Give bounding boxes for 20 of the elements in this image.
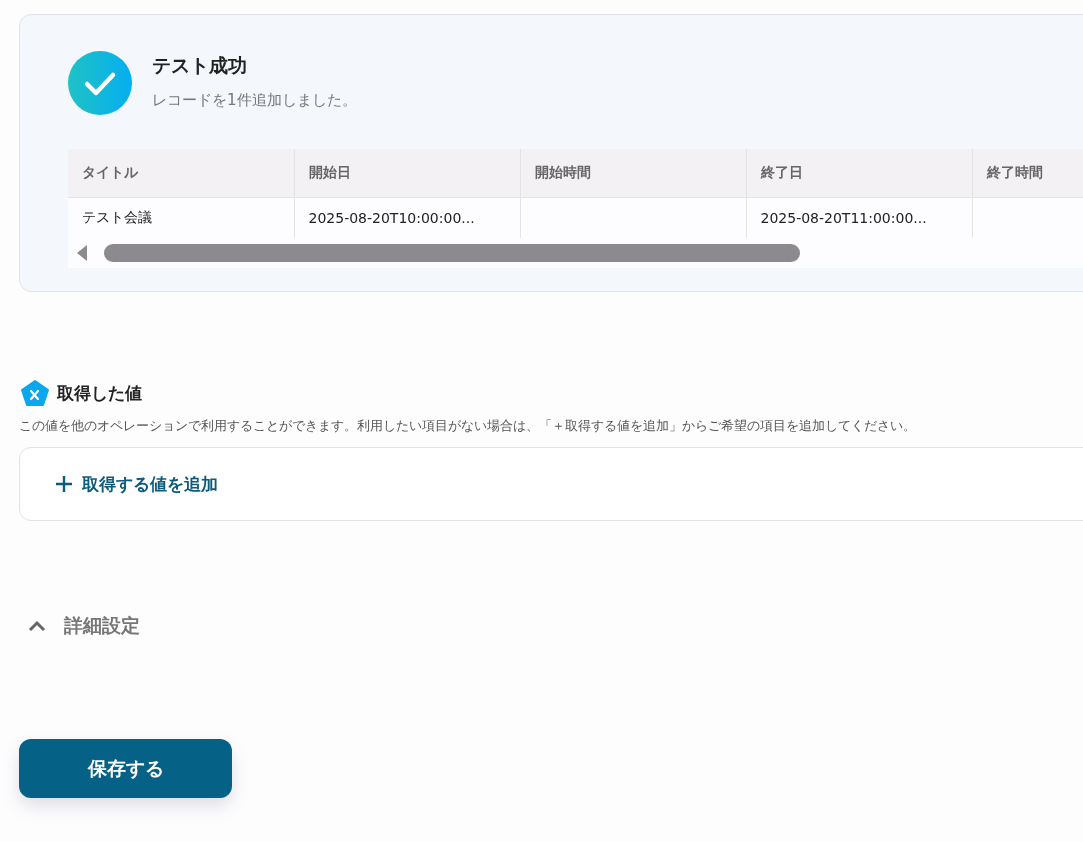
- advanced-settings-toggle[interactable]: 詳細設定: [28, 613, 140, 639]
- section-description: この値を他のオペレーションで利用することができます。利用したい項目がない場合は、「＋取得する値を追加」からご希望の項目を追加してください。: [19, 418, 917, 435]
- pentagon-x-icon: [21, 380, 49, 406]
- scrollbar-thumb[interactable]: [104, 244, 800, 262]
- add-value-button[interactable]: 取得する値を追加: [56, 472, 218, 496]
- table-cell: テスト会議: [68, 197, 294, 238]
- result-message: レコードを1件追加しました。: [152, 91, 357, 110]
- plus-icon: [56, 476, 72, 492]
- check-icon: [68, 51, 132, 115]
- column-header: 開始時間: [520, 149, 746, 197]
- table-cell: 2025-08-20T10:00:00...: [294, 197, 520, 238]
- column-header: 終了日: [746, 149, 972, 197]
- column-header: 開始日: [294, 149, 520, 197]
- save-button[interactable]: 保存する: [19, 739, 232, 798]
- column-header: 終了時間: [972, 149, 1083, 197]
- column-header: タイトル: [68, 149, 294, 197]
- section-title: 取得した値: [57, 381, 142, 405]
- table-cell: 2025-08-20T11:00:00...: [746, 197, 972, 238]
- result-title: テスト成功: [152, 53, 248, 78]
- scroll-left-icon[interactable]: [76, 244, 88, 262]
